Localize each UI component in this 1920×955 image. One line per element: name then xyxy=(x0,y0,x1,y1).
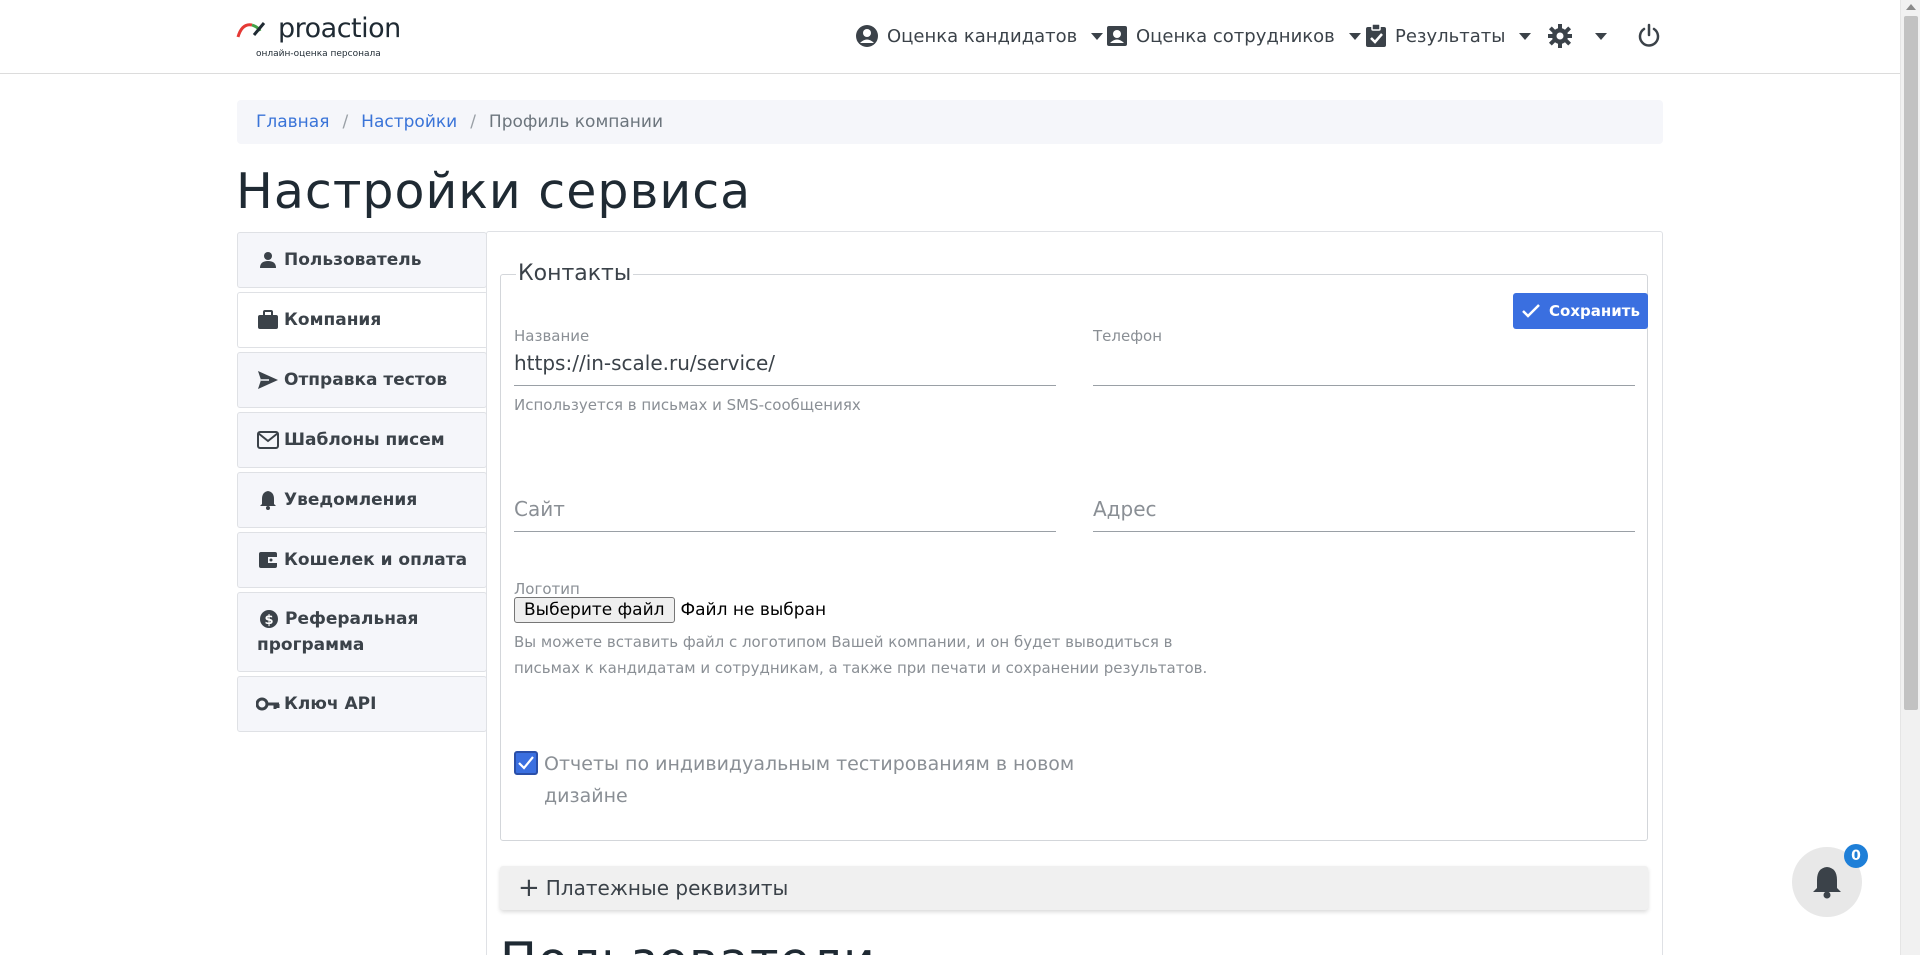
sidebar-item-email-templates[interactable]: Шаблоны писем xyxy=(237,412,487,468)
settings-panel: Контакты Сохранить Название Используется… xyxy=(486,231,1663,955)
sidebar-item-referral[interactable]: $ Реферальная программа xyxy=(237,592,487,672)
breadcrumb-current: Профиль компании xyxy=(488,112,664,132)
nav-candidates-menu[interactable]: Оценка кандидатов xyxy=(855,20,1104,52)
logo-field: Логотип Выберите файл Файл не выбран Вы … xyxy=(514,581,1274,681)
sidebar-item-label: Ключ API xyxy=(284,694,377,714)
company-name-input[interactable] xyxy=(514,345,1056,386)
nav-settings-menu[interactable] xyxy=(1547,20,1607,52)
logo-icon xyxy=(236,22,266,38)
user-circle-icon xyxy=(856,25,878,47)
svg-text:$: $ xyxy=(264,613,273,628)
bell-icon xyxy=(256,487,280,513)
page-scrollbar[interactable] xyxy=(1900,0,1920,955)
check-icon xyxy=(518,756,534,770)
id-badge-icon xyxy=(1107,26,1127,46)
sidebar-item-send-tests[interactable]: Отправка тестов xyxy=(237,352,487,408)
address-field xyxy=(1093,491,1635,532)
save-button[interactable]: Сохранить xyxy=(1513,293,1648,329)
breadcrumb-settings-link[interactable]: Настройки xyxy=(361,112,457,132)
plus-icon: + xyxy=(518,873,540,903)
company-name-label: Название xyxy=(514,327,590,345)
sidebar-item-wallet[interactable]: Кошелек и оплата xyxy=(237,532,487,588)
breadcrumb-home-link[interactable]: Главная xyxy=(256,112,329,132)
wallet-icon xyxy=(256,547,280,573)
breadcrumb-separator: / xyxy=(470,112,476,132)
logo-help: Вы можете вставить файл с логотипом Ваше… xyxy=(514,629,1274,681)
send-icon xyxy=(256,367,280,393)
nav-employees-label: Оценка сотрудников xyxy=(1136,25,1335,47)
sidebar-item-label: Компания xyxy=(284,310,382,330)
logo-label: Логотип xyxy=(514,580,580,598)
phone-input[interactable] xyxy=(1093,345,1635,386)
new-design-checkbox-label[interactable]: Отчеты по индивидуальным тестированиям в… xyxy=(544,748,1104,812)
settings-sidebar: Пользователь Компания Отправка тестов Ша… xyxy=(237,232,488,736)
page-title: Настройки сервиса xyxy=(236,163,752,220)
chevron-down-icon xyxy=(1091,32,1104,40)
sidebar-item-label: Отправка тестов xyxy=(284,370,448,390)
check-icon xyxy=(1522,304,1540,318)
brand-tagline: онлайн-оценка персонала xyxy=(256,49,381,59)
key-icon xyxy=(256,691,280,717)
sidebar-item-notifications[interactable]: Уведомления xyxy=(237,472,487,528)
person-icon xyxy=(256,247,280,273)
sidebar-item-label: Пользователь xyxy=(284,250,422,270)
brand-name: proaction xyxy=(278,13,401,44)
logo-help-line: Вы можете вставить файл с логотипом Ваше… xyxy=(514,633,1173,651)
top-navbar: proaction онлайн-оценка персонала Оценка… xyxy=(0,0,1900,74)
dollar-icon: $ xyxy=(257,606,281,632)
notifications-count-badge: 0 xyxy=(1844,844,1868,868)
chevron-down-icon xyxy=(1595,32,1607,40)
bell-icon xyxy=(1813,867,1841,899)
brand-logo[interactable]: proaction онлайн-оценка персонала xyxy=(236,13,416,63)
envelope-icon xyxy=(256,427,280,453)
scroll-up-arrow-icon[interactable] xyxy=(1906,4,1916,10)
payment-details-accordion[interactable]: + Платежные реквизиты xyxy=(500,866,1648,910)
contacts-fieldset: Контакты Сохранить Название Используется… xyxy=(500,261,1648,841)
sidebar-item-label: Кошелек и оплата xyxy=(284,550,468,570)
power-icon xyxy=(1638,23,1660,47)
address-input[interactable] xyxy=(1093,491,1635,532)
phone-field: Телефон xyxy=(1093,327,1635,386)
chevron-down-icon xyxy=(1519,32,1532,40)
choose-file-button[interactable]: Выберите файл xyxy=(514,597,675,623)
breadcrumb-separator: / xyxy=(342,112,349,132)
gear-icon xyxy=(1548,24,1572,48)
contacts-legend: Контакты xyxy=(516,261,634,286)
logout-button[interactable] xyxy=(1636,20,1670,52)
file-status: Файл не выбран xyxy=(680,600,827,620)
users-section-title: Пользователи xyxy=(500,932,876,955)
logo-help-line: письмах к кандидатам и сотрудникам, а та… xyxy=(514,659,1208,677)
clipboard-check-icon xyxy=(1366,24,1386,47)
save-button-label: Сохранить xyxy=(1549,302,1640,320)
payment-details-label: Платежные реквизиты xyxy=(545,876,789,900)
nav-results-label: Результаты xyxy=(1395,25,1506,47)
phone-label: Телефон xyxy=(1093,327,1163,345)
nav-employees-menu[interactable]: Оценка сотрудников xyxy=(1106,20,1361,52)
sidebar-item-api-key[interactable]: Ключ API xyxy=(237,676,487,732)
briefcase-icon xyxy=(256,307,280,333)
scroll-thumb[interactable] xyxy=(1904,16,1918,710)
nav-candidates-label: Оценка кандидатов xyxy=(887,25,1078,47)
nav-results-menu[interactable]: Результаты xyxy=(1365,20,1532,52)
sidebar-item-label: Реферальная программа xyxy=(257,609,419,655)
sidebar-item-label: Уведомления xyxy=(284,490,418,510)
sidebar-item-company[interactable]: Компания xyxy=(237,292,488,348)
company-name-field: Название Используется в письмах и SMS-со… xyxy=(514,327,1056,418)
sidebar-item-label: Шаблоны писем xyxy=(284,430,445,450)
site-input[interactable] xyxy=(514,491,1056,532)
new-design-checkbox[interactable] xyxy=(514,751,538,775)
sidebar-item-user[interactable]: Пользователь xyxy=(237,232,487,288)
breadcrumb: Главная / Настройки / Профиль компании xyxy=(237,100,1663,144)
site-field xyxy=(514,491,1056,532)
chevron-down-icon xyxy=(1348,32,1361,40)
company-name-help: Используется в письмах и SMS-сообщениях xyxy=(514,396,861,414)
